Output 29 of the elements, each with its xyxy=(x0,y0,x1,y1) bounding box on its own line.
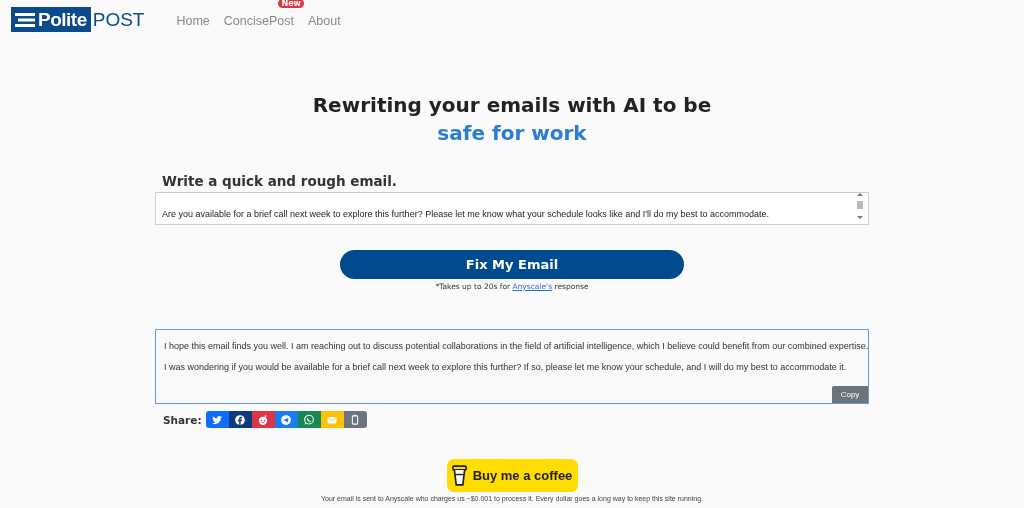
new-badge: New xyxy=(278,0,304,8)
headline-highlight: safe for work xyxy=(437,120,587,147)
output-paragraph: I hope this email finds you well. I am reaching out to discuss potential collaborations in the field of artificial intelligence, which I believe could benefit from our combined expertise. xyxy=(164,340,868,352)
logo-text: Polite xyxy=(38,8,87,31)
cup-icon xyxy=(451,465,467,486)
share-button[interactable] xyxy=(228,411,252,428)
nav-link[interactable]: ConcisePost xyxy=(223,14,294,28)
share-label: Share: xyxy=(163,413,202,426)
fix-email-button[interactable]: Fix My Email xyxy=(340,250,684,279)
email-input-field[interactable]: Are you available for a brief call next week to explore this further? Please let me know what your schedule looks like and I'll do my best to accommodate. xyxy=(155,192,869,225)
headline: Rewriting your emails with AI to be xyxy=(312,92,712,119)
share-button[interactable] xyxy=(205,411,229,428)
lines-icon xyxy=(15,11,35,28)
field-label: Write a quick and rough email. xyxy=(161,173,398,189)
share-button[interactable] xyxy=(320,411,344,428)
whatsapp-icon xyxy=(303,413,316,426)
facebook-icon xyxy=(234,413,247,426)
copy-button[interactable]: Copy xyxy=(832,386,868,403)
nav-link[interactable]: Home xyxy=(176,14,210,28)
scrollbar[interactable] xyxy=(856,191,864,221)
twitter-icon xyxy=(211,413,224,426)
buy-coffee-button[interactable]: Buy me a coffee xyxy=(446,459,578,492)
nav-link[interactable]: About xyxy=(308,14,341,28)
logo-text: POST xyxy=(91,7,145,32)
share-button[interactable] xyxy=(251,411,275,428)
telegram-icon xyxy=(280,413,293,426)
reddit-icon xyxy=(257,413,270,426)
share-button[interactable] xyxy=(274,411,298,428)
output-paragraph: I was wondering if you would be available for a brief call next week to explore this further? If so, please let me know your schedule, and I will do my best to accommodate it. xyxy=(164,361,848,373)
